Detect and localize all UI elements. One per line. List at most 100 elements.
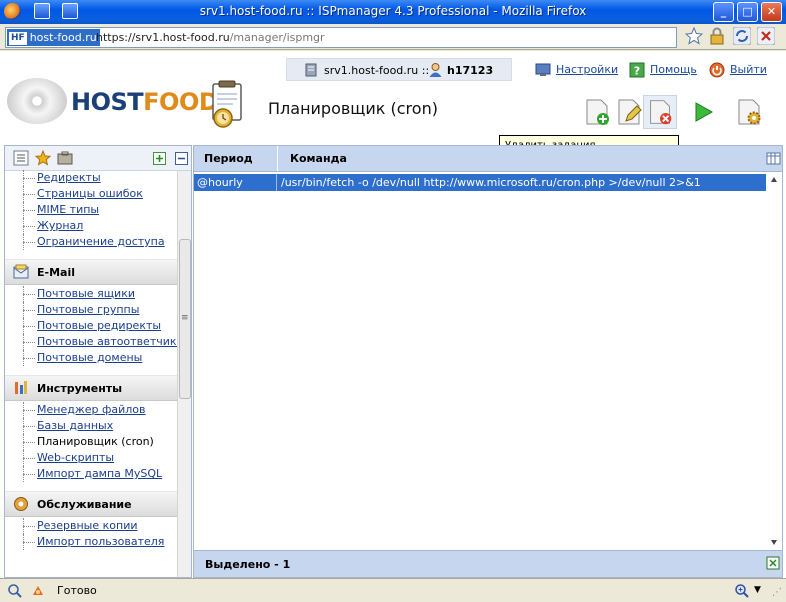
bookmark-star-icon[interactable] — [685, 27, 703, 45]
sidebar-item-redirects[interactable]: Редиректы — [5, 170, 177, 186]
sidebar-item-access-restriction[interactable]: Ограничение доступа — [5, 234, 177, 250]
settings-link[interactable]: Настройки — [556, 63, 618, 76]
delete-task-button[interactable] — [643, 95, 677, 129]
delete-icon — [650, 100, 672, 125]
sidebar-item-mail-domains[interactable]: Почтовые домены — [5, 350, 177, 366]
grid-footer: Выделено - 1 — [194, 550, 782, 577]
url-text[interactable]: https://srv1.host-food.ru/manager/ispmgr — [96, 31, 325, 44]
sidebar-item-web-scripts[interactable]: Web-скрипты — [5, 450, 177, 466]
section-title-service: Обслуживание — [37, 498, 132, 511]
window-title: srv1.host-food.ru :: ISPmanager 4.3 Prof… — [199, 4, 587, 18]
sidebar-item-autoresponders[interactable]: Почтовые автоответчики — [5, 334, 184, 350]
export-excel-icon[interactable] — [766, 556, 780, 570]
site-identity-button[interactable]: HF host-food.ru — [7, 29, 100, 46]
sidebar-item-databases[interactable]: Базы данных — [5, 418, 177, 434]
sidebar-item-backups[interactable]: Резервные копии — [5, 518, 177, 534]
sidebar-menu: Редиректы Страницы ошибок MIME типы Журн… — [5, 170, 184, 550]
url-host: host-food.ru — [162, 31, 230, 44]
user-info-bar: srv1.host-food.ru :: h17123 — [286, 58, 512, 81]
sidebar-item-error-pages[interactable]: Страницы ошибок — [5, 186, 177, 202]
sidebar-section-email[interactable]: E-Mail — [5, 259, 177, 285]
edit-icon — [618, 99, 642, 125]
table-row[interactable]: @hourly /usr/bin/fetch -o /dev/null http… — [194, 174, 766, 191]
tools-icon — [15, 381, 27, 394]
task-settings-button[interactable] — [732, 95, 766, 129]
lock-icon[interactable] — [709, 27, 725, 45]
add-task-button[interactable] — [580, 95, 614, 129]
cron-task-grid: Период Команда @hourly /usr/bin/fetch -o… — [193, 145, 783, 578]
search-status-icon — [8, 584, 22, 598]
zoom-icon[interactable] — [734, 583, 750, 599]
add-icon — [586, 99, 609, 125]
addon-status-icon — [33, 586, 43, 595]
briefcase-icon[interactable] — [57, 150, 73, 166]
sidebar-item-log[interactable]: Журнал — [5, 218, 177, 234]
selection-count: Выделено - 1 — [205, 558, 291, 571]
grid-scrollbar[interactable] — [766, 172, 782, 550]
sidebar-item-mailboxes[interactable]: Почтовые ящики — [5, 286, 177, 302]
navigation-toolbar: HF host-food.ru https://srv1.host-food.ru… — [0, 24, 786, 50]
status-text: Готово — [57, 584, 97, 597]
cell-command: /usr/bin/fetch -o /dev/null http://www.m… — [281, 176, 701, 189]
ispmanager-app: srv1.host-food.ru :: h17123 Настройки ? … — [0, 51, 786, 578]
tree-view-icon[interactable] — [13, 150, 29, 166]
resize-grip-icon[interactable]: ⋰ — [772, 587, 782, 598]
user-icon — [429, 63, 442, 77]
help-icon[interactable]: ? — [629, 62, 645, 78]
hostfood-logo: HOSTFOOD — [7, 78, 219, 124]
site-identity-label: host-food.ru — [29, 31, 97, 44]
svg-text:?: ? — [634, 65, 640, 78]
column-header-command[interactable]: Команда — [280, 146, 347, 171]
sidebar-item-user-import[interactable]: Импорт пользователя — [5, 534, 177, 550]
sidebar-item-file-manager[interactable]: Менеджер файлов — [5, 402, 177, 418]
sidebar-section-tools[interactable]: Инструменты — [5, 375, 177, 401]
section-title-tools: Инструменты — [37, 382, 123, 395]
url-scheme: https://srv1. — [96, 31, 163, 44]
maximize-button[interactable]: □ — [737, 2, 758, 22]
zoom-dropdown-icon[interactable]: ▼ — [754, 585, 761, 595]
grid-header: Период Команда — [194, 146, 782, 172]
run-task-button[interactable] — [686, 95, 720, 129]
help-link[interactable]: Помощь — [650, 63, 697, 76]
server-icon — [305, 63, 317, 77]
minimize-button[interactable]: _ — [713, 2, 734, 22]
edit-task-button[interactable] — [612, 95, 646, 129]
scroll-grip-icon: ≡ — [181, 313, 189, 323]
section-title-email: E-Mail — [37, 266, 75, 279]
mail-icon — [13, 264, 29, 279]
column-header-period[interactable]: Период — [194, 146, 278, 171]
reload-icon[interactable] — [733, 27, 751, 45]
sidebar-item-cron[interactable]: Планировщик (cron) — [5, 434, 177, 450]
logout-link[interactable]: Выйти — [730, 63, 767, 76]
sidebar-scrollbar[interactable]: ≡ — [177, 171, 191, 577]
sidebar-item-mail-redirects[interactable]: Почтовые редиректы — [5, 318, 177, 334]
url-path: /manager/ispmgr — [229, 31, 325, 44]
user-name: h17123 — [447, 64, 494, 77]
server-name: srv1.host-food.ru :: — [324, 64, 430, 77]
site-favicon: HF — [9, 32, 27, 45]
play-icon — [695, 102, 714, 122]
sidebar-item-mail-groups[interactable]: Почтовые группы — [5, 302, 177, 318]
logo-disk-icon — [7, 78, 67, 124]
scheduler-clipboard-icon — [212, 80, 242, 128]
settings-gear-icon — [738, 99, 761, 125]
collapse-all-icon[interactable] — [175, 152, 188, 165]
column-settings-icon[interactable] — [766, 151, 782, 167]
expand-all-icon[interactable] — [153, 152, 166, 165]
cell-period: @hourly — [197, 176, 243, 189]
sidebar-section-service[interactable]: Обслуживание — [5, 491, 177, 517]
favorites-star-icon[interactable] — [35, 150, 51, 166]
stop-icon[interactable] — [757, 27, 775, 45]
close-window-button[interactable]: ✕ — [761, 2, 782, 22]
service-icon — [14, 497, 28, 511]
sidebar: Редиректы Страницы ошибок MIME типы Журн… — [4, 145, 192, 578]
sidebar-item-mime-types[interactable]: MIME типы — [5, 202, 177, 218]
url-bar[interactable]: HF host-food.ru https://srv1.host-food.ru… — [5, 27, 677, 48]
status-bar: Готово ▼ ⋰ — [0, 578, 786, 602]
settings-icon[interactable] — [535, 62, 551, 78]
sidebar-toolbar — [5, 146, 191, 171]
logo-host-text: HOST — [71, 88, 144, 116]
sidebar-item-mysql-import[interactable]: Импорт дампа MySQL — [5, 466, 177, 482]
logout-icon[interactable] — [709, 62, 725, 78]
page-title: Планировщик (cron) — [268, 99, 438, 118]
